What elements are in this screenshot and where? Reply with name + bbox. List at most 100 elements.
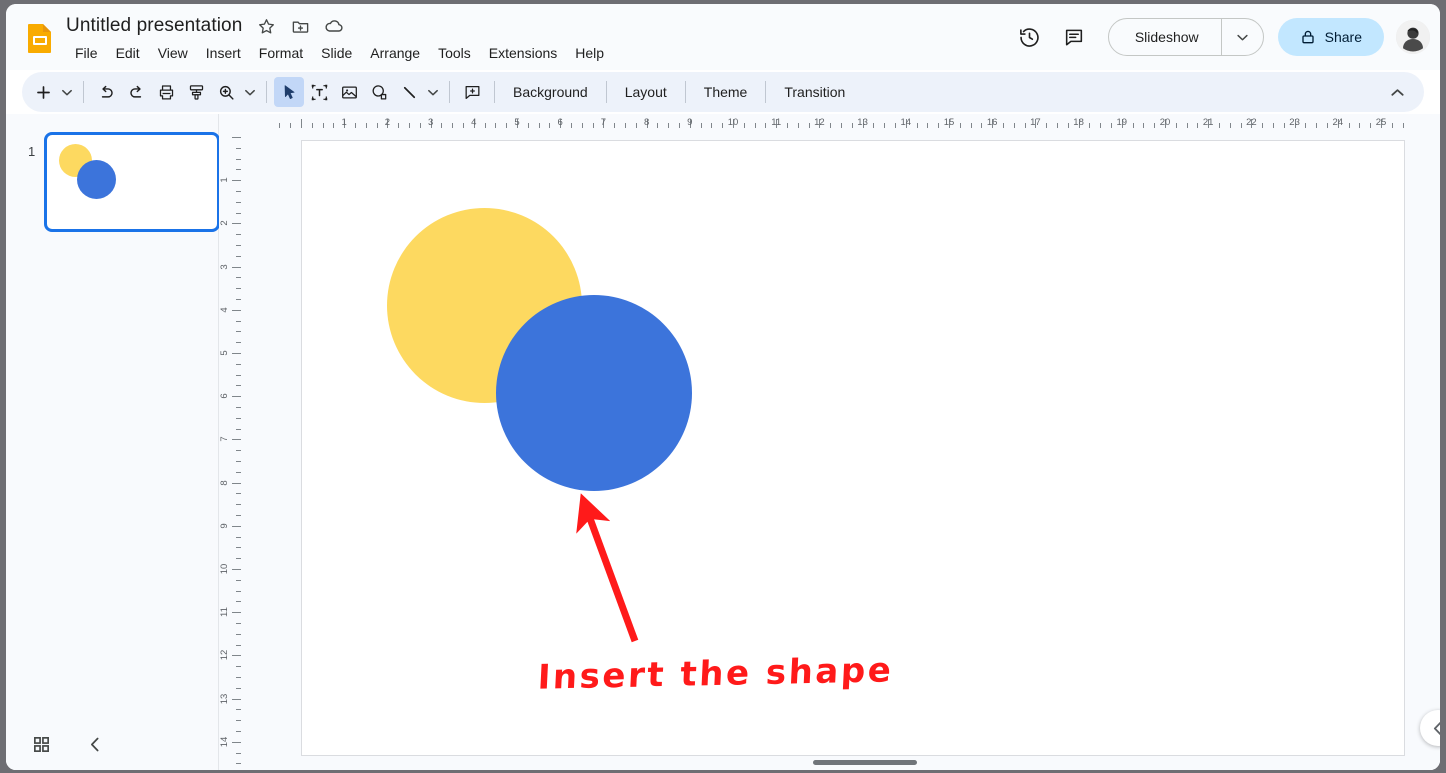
ruler-label: 1 xyxy=(341,117,347,128)
ruler-label: 2 xyxy=(384,117,391,128)
menu-slide[interactable]: Slide xyxy=(312,41,361,65)
ruler-tick xyxy=(236,687,241,689)
history-icon[interactable] xyxy=(1010,17,1050,57)
ruler-label: 22 xyxy=(1246,117,1257,128)
redo-button[interactable] xyxy=(121,77,151,107)
ruler-tick xyxy=(581,123,583,128)
print-button[interactable] xyxy=(151,77,181,107)
zoom-caret-icon[interactable] xyxy=(241,77,259,107)
paint-format-button[interactable] xyxy=(181,77,211,107)
ruler-tick xyxy=(236,493,241,495)
insert-shape-button[interactable] xyxy=(364,77,394,107)
ruler-tick xyxy=(927,123,929,128)
ruler-tick xyxy=(895,123,896,128)
ruler-label: 6 xyxy=(557,117,563,128)
ruler-tick xyxy=(236,147,241,149)
ruler-tick xyxy=(279,123,281,128)
slide-filmstrip: 1 xyxy=(6,114,220,770)
slides-logo-icon[interactable] xyxy=(22,20,58,56)
editor-body: 1 1 2 3 4 5 6 7 8 9 10 11 12 13 14 15 16… xyxy=(6,114,1440,770)
menu-format[interactable]: Format xyxy=(250,41,312,65)
ruler-tick xyxy=(236,191,241,192)
ruler-label: 12 xyxy=(219,650,230,661)
ruler-tick xyxy=(236,363,241,365)
ruler-tick xyxy=(236,428,241,430)
horizontal-scrollbar[interactable] xyxy=(245,756,1440,770)
filmstrip-collapse-icon[interactable] xyxy=(82,731,108,757)
h-scroll-thumb[interactable] xyxy=(813,760,917,765)
slideshow-caret-icon[interactable] xyxy=(1220,19,1263,55)
ruler-tick xyxy=(236,471,241,473)
vertical-ruler[interactable]: 1 2 3 4 5 6 7 8 9 10 11 12 13 14 xyxy=(219,134,245,770)
menu-help[interactable]: Help xyxy=(566,41,613,65)
horizontal-ruler[interactable]: 1 2 3 4 5 6 7 8 9 10 11 12 13 14 15 16 17 18 19 20 21 22 23 24 2… xyxy=(219,114,1440,134)
transition-button[interactable]: Transition xyxy=(773,79,856,105)
document-title[interactable]: Untitled presentation xyxy=(66,13,242,39)
ruler-tick xyxy=(808,123,810,128)
text-box-button[interactable] xyxy=(304,77,334,107)
add-comment-icon[interactable] xyxy=(457,77,487,107)
ruler-tick xyxy=(236,536,241,538)
app-header: Untitled presentation File Edit View Ins… xyxy=(6,4,1440,70)
ruler-tick xyxy=(236,547,241,549)
menu-tools[interactable]: Tools xyxy=(429,41,480,65)
blue-circle[interactable] xyxy=(496,295,692,491)
ruler-tick xyxy=(236,255,241,257)
chevron-up-icon[interactable] xyxy=(1382,77,1412,107)
ruler-tick xyxy=(236,515,241,516)
ruler-tick xyxy=(765,123,767,128)
slide-canvas-area[interactable]: Insert the shape xyxy=(245,134,1440,770)
new-slide-caret-icon[interactable] xyxy=(58,77,76,107)
ruler-tick xyxy=(1359,123,1361,128)
menu-insert[interactable]: Insert xyxy=(197,41,250,65)
ruler-tick xyxy=(322,123,324,128)
ruler-tick xyxy=(1283,123,1285,128)
ruler-tick xyxy=(236,158,241,160)
menu-extensions[interactable]: Extensions xyxy=(480,41,566,65)
ruler-tick xyxy=(743,123,745,128)
ruler-tick xyxy=(232,741,241,743)
ruler-tick xyxy=(916,123,918,128)
slideshow-button[interactable]: Slideshow xyxy=(1109,19,1221,55)
cloud-saved-icon[interactable] xyxy=(324,16,344,36)
slide-thumbnail[interactable] xyxy=(44,132,220,232)
ruler-tick xyxy=(625,123,626,128)
share-button[interactable]: Share xyxy=(1277,18,1384,56)
layout-button[interactable]: Layout xyxy=(614,79,678,105)
insert-image-button[interactable] xyxy=(334,77,364,107)
header-actions: Slideshow Share xyxy=(1010,4,1430,70)
select-tool-button[interactable] xyxy=(274,77,304,107)
theme-button[interactable]: Theme xyxy=(693,79,759,105)
slide-canvas[interactable]: Insert the shape xyxy=(301,140,1405,756)
ruler-tick xyxy=(236,407,241,408)
toolbar-separator-2 xyxy=(266,81,267,103)
user-avatar[interactable] xyxy=(1396,20,1430,54)
ruler-tick xyxy=(959,123,961,128)
grid-view-icon[interactable] xyxy=(28,731,54,757)
comment-icon[interactable] xyxy=(1054,17,1094,57)
insert-line-caret-icon[interactable] xyxy=(424,77,442,107)
filmstrip-slide-1[interactable]: 1 xyxy=(6,124,220,234)
ruler-tick xyxy=(311,123,313,128)
star-icon[interactable] xyxy=(256,16,276,36)
ruler-tick xyxy=(527,123,529,128)
insert-line-button[interactable] xyxy=(394,77,424,107)
background-button[interactable]: Background xyxy=(502,79,599,105)
menu-view[interactable]: View xyxy=(149,41,197,65)
ruler-tick xyxy=(236,299,241,300)
menu-edit[interactable]: Edit xyxy=(107,41,149,65)
ruler-tick xyxy=(236,633,241,635)
share-label: Share xyxy=(1324,29,1362,45)
ruler-tick xyxy=(232,353,241,354)
new-slide-button[interactable] xyxy=(28,77,58,107)
menu-arrange[interactable]: Arrange xyxy=(361,41,429,65)
ruler-label: 3 xyxy=(427,117,434,128)
menu-file[interactable]: File xyxy=(66,41,107,65)
ruler-tick xyxy=(657,123,659,128)
main-toolbar: Background Layout Theme Transition xyxy=(22,72,1424,112)
undo-button[interactable] xyxy=(91,77,121,107)
ruler-tick xyxy=(236,234,241,236)
zoom-button[interactable] xyxy=(211,77,241,107)
ruler-tick xyxy=(232,180,241,182)
move-to-folder-icon[interactable] xyxy=(290,16,310,36)
